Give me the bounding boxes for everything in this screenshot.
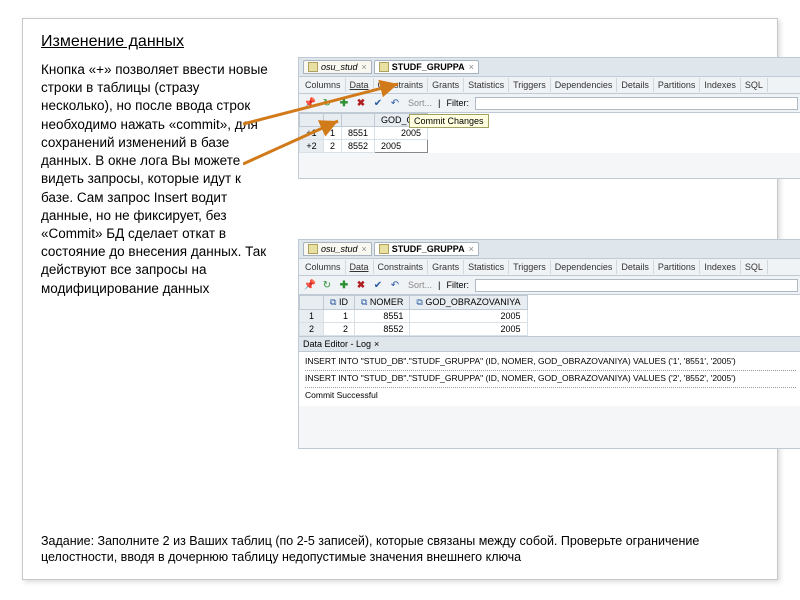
tab-statistics[interactable]: Statistics — [464, 260, 509, 274]
toolbar-bottom: 📌 ↻ ✚ ✖ ✔ ↶ Sort... | Filter: — [299, 276, 800, 295]
tab-constraints[interactable]: Constraints — [374, 78, 429, 92]
close-icon[interactable]: × — [374, 339, 379, 349]
file-tabs-bottom: osu_stud× STUDF_GRUPPA× — [299, 240, 800, 259]
table-row[interactable]: +2 2 8552 2005 — [300, 140, 428, 153]
table-icon — [379, 244, 389, 254]
close-icon[interactable]: × — [469, 62, 474, 72]
pin-icon[interactable]: 📌 — [303, 278, 317, 292]
refresh-icon[interactable]: ↻ — [320, 278, 334, 292]
table-icon — [379, 62, 389, 72]
tab-partitions[interactable]: Partitions — [654, 260, 701, 274]
commit-icon[interactable]: ✔ — [371, 278, 385, 292]
table-icon — [308, 244, 318, 254]
rollback-icon[interactable]: ↶ — [388, 278, 402, 292]
panel-top: osu_stud× STUDF_GRUPPA× Columns Data Con… — [298, 57, 800, 179]
log-line: INSERT INTO "STUD_DB"."STUDF_GRUPPA" (ID… — [305, 356, 796, 371]
file-tab-osu[interactable]: osu_stud× — [303, 60, 372, 74]
tab-grants[interactable]: Grants — [428, 260, 464, 274]
data-grid-top: GOD_O... +1 1 8551 2005 +2 2 8552 2005 — [299, 113, 800, 153]
tab-dependencies[interactable]: Dependencies — [551, 78, 618, 92]
delete-row-icon[interactable]: ✖ — [354, 278, 368, 292]
close-icon[interactable]: × — [362, 62, 367, 72]
close-icon[interactable]: × — [362, 244, 367, 254]
file-tab-gruppa[interactable]: STUDF_GRUPPA× — [374, 242, 479, 256]
tab-indexes[interactable]: Indexes — [700, 78, 741, 92]
add-row-icon[interactable]: ✚ — [337, 278, 351, 292]
page-title: Изменение данных — [41, 33, 759, 51]
sub-tabs-bottom: Columns Data Constraints Grants Statisti… — [299, 259, 800, 276]
panel-bottom: osu_stud× STUDF_GRUPPA× Columns Data Con… — [298, 239, 800, 449]
table-row[interactable]: 2 2 8552 2005 — [300, 323, 528, 336]
delete-row-icon[interactable]: ✖ — [354, 96, 368, 110]
slide-page: Изменение данных Кнопка «+» позволяет вв… — [22, 18, 778, 580]
file-tab-osu[interactable]: osu_stud× — [303, 242, 372, 256]
tab-statistics[interactable]: Statistics — [464, 78, 509, 92]
table-icon — [308, 62, 318, 72]
tab-triggers[interactable]: Triggers — [509, 260, 551, 274]
task-text: Задание: Заполните 2 из Ваших таблиц (по… — [41, 533, 759, 566]
log-body: INSERT INTO "STUD_DB"."STUDF_GRUPPA" (ID… — [299, 352, 800, 406]
log-header: Data Editor - Log × — [299, 336, 800, 352]
close-icon[interactable]: × — [469, 244, 474, 254]
log-line: INSERT INTO "STUD_DB"."STUDF_GRUPPA" (ID… — [305, 373, 796, 388]
file-tabs-top: osu_stud× STUDF_GRUPPA× — [299, 58, 800, 77]
filter-label: Filter: — [443, 280, 472, 290]
tab-data[interactable]: Data — [346, 260, 374, 274]
table-row[interactable]: +1 1 8551 2005 — [300, 127, 428, 140]
tab-triggers[interactable]: Triggers — [509, 78, 551, 92]
tab-data[interactable]: Data — [346, 78, 374, 92]
refresh-icon[interactable]: ↻ — [320, 96, 334, 110]
filter-label: Filter: — [443, 98, 472, 108]
filter-input[interactable] — [475, 97, 798, 110]
tab-dependencies[interactable]: Dependencies — [551, 260, 618, 274]
add-row-icon[interactable]: ✚ — [337, 96, 351, 110]
tooltip-commit: Commit Changes — [409, 114, 489, 128]
toolbar-top: 📌 ↻ ✚ ✖ ✔ ↶ Sort... | Filter: — [299, 94, 800, 113]
tab-partitions[interactable]: Partitions — [654, 78, 701, 92]
tab-indexes[interactable]: Indexes — [700, 260, 741, 274]
tab-columns[interactable]: Columns — [301, 260, 346, 274]
sort-label[interactable]: Sort... — [405, 98, 435, 108]
log-status: Commit Successful — [305, 390, 796, 402]
tab-sql[interactable]: SQL — [741, 260, 768, 274]
tab-constraints[interactable]: Constraints — [374, 260, 429, 274]
editing-cell[interactable]: 2005 — [375, 140, 428, 153]
tab-details[interactable]: Details — [617, 260, 654, 274]
rollback-icon[interactable]: ↶ — [388, 96, 402, 110]
tab-grants[interactable]: Grants — [428, 78, 464, 92]
file-tab-gruppa[interactable]: STUDF_GRUPPA× — [374, 60, 479, 74]
table-row[interactable]: 1 1 8551 2005 — [300, 310, 528, 323]
sort-label[interactable]: Sort... — [405, 280, 435, 290]
tab-details[interactable]: Details — [617, 78, 654, 92]
commit-icon[interactable]: ✔ — [371, 96, 385, 110]
body-text: Кнопка «+» позволяет ввести новые строки… — [41, 61, 271, 298]
data-grid-bottom: ⧉ ID ⧉ NOMER ⧉ GOD_OBRAZOVANIYA 1 1 8551… — [299, 295, 800, 336]
filter-input[interactable] — [475, 279, 798, 292]
pin-icon[interactable]: 📌 — [303, 96, 317, 110]
tab-columns[interactable]: Columns — [301, 78, 346, 92]
sub-tabs-top: Columns Data Constraints Grants Statisti… — [299, 77, 800, 94]
tab-sql[interactable]: SQL — [741, 78, 768, 92]
